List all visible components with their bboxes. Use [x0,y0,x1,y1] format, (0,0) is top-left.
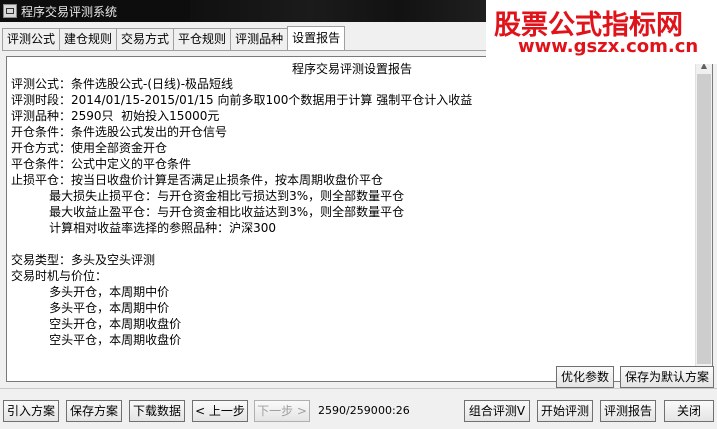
tab-open-rules[interactable]: 建仓规则 [59,28,118,50]
toolbar-divider [0,388,717,389]
tab-trade-mode[interactable]: 交易方式 [116,28,175,50]
combo-eval-dropdown[interactable]: 组合评测V [464,400,530,422]
report-line: 止损平仓：按当日收盘价计算是否满足止损条件，按本周期收盘价平仓 [11,173,384,187]
report-line: 空头开仓，本周期收盘价 [11,317,182,331]
save-plan-button[interactable]: 保存方案 [66,400,122,422]
save-as-default-button[interactable]: 保存为默认方案 [620,366,714,388]
app-icon [3,4,17,18]
report-line: 交易类型：多头及空头评测 [11,253,156,267]
report-line: 评测公式：条件选股公式-(日线)-极品短线 [11,77,234,91]
report-line: 计算相对收益率选择的参照品种：沪深300 [11,221,277,235]
import-plan-button[interactable]: 引入方案 [3,400,59,422]
close-button[interactable]: 关闭 [664,400,714,422]
report-line: 最大收益止盈平仓：与开仓资金相比收益达到3%，则全部数量平仓 [11,205,405,219]
report-line: 评测时段：2014/01/15-2015/01/15 向前多取100个数据用于计… [11,93,473,107]
tab-formula[interactable]: 评测公式 [2,28,61,50]
report-line: 多头开仓，本周期中价 [11,285,170,299]
watermark-url: www.gszx.com.cn [518,36,699,57]
tab-close-rules[interactable]: 平仓规则 [173,28,232,50]
background-chart-strip [190,0,490,22]
report-line: 开仓方式：使用全部资金开仓 [11,141,168,155]
start-eval-button[interactable]: 开始评测 [537,400,593,422]
tab-bar: 评测公式 建仓规则 交易方式 平仓规则 评测品种 设置报告 [2,26,346,50]
prev-step-button[interactable]: < 上一步 [192,400,248,422]
report-textarea[interactable]: 程序交易评测设置报告 评测公式：条件选股公式-(日线)-极品短线 评测时段：20… [6,56,713,382]
report-line: 交易时机与价位： [11,269,108,283]
elapsed-time: 00:26 [378,404,410,417]
watermark: 股票公式指标网 www.gszx.com.cn [486,0,717,64]
vertical-scrollbar[interactable]: ▲ ▼ [695,57,712,381]
eval-report-button[interactable]: 评测报告 [600,400,656,422]
window-title: 程序交易评测系统 [21,4,118,19]
report-line: 最大损失止损平仓：与开仓资金相比亏损达到3%，则全部数量平仓 [11,189,405,203]
report-line: 开仓条件：条件选股公式发出的开仓信号 [11,125,228,139]
main-window: 评测公式 建仓规则 交易方式 平仓规则 评测品种 设置报告 程序交易评测设置报告… [0,22,717,429]
report-line: 空头平仓，本周期收盘价 [11,333,182,347]
report-line: 平仓条件：公式中定义的平仓条件 [11,157,192,171]
next-step-button[interactable]: 下一步 > [254,400,310,422]
tab-settings-report[interactable]: 设置报告 [287,26,346,50]
tab-instruments[interactable]: 评测品种 [230,28,289,50]
scrollbar-thumb[interactable] [697,74,711,364]
report-line: 评测品种：2590只 初始投入15000元 [11,109,220,123]
optimize-params-button[interactable]: 优化参数 [556,366,614,388]
download-data-button[interactable]: 下载数据 [129,400,185,422]
progress-count: 2590/2590 [318,404,378,417]
report-line: 多头平仓，本周期中价 [11,301,170,315]
